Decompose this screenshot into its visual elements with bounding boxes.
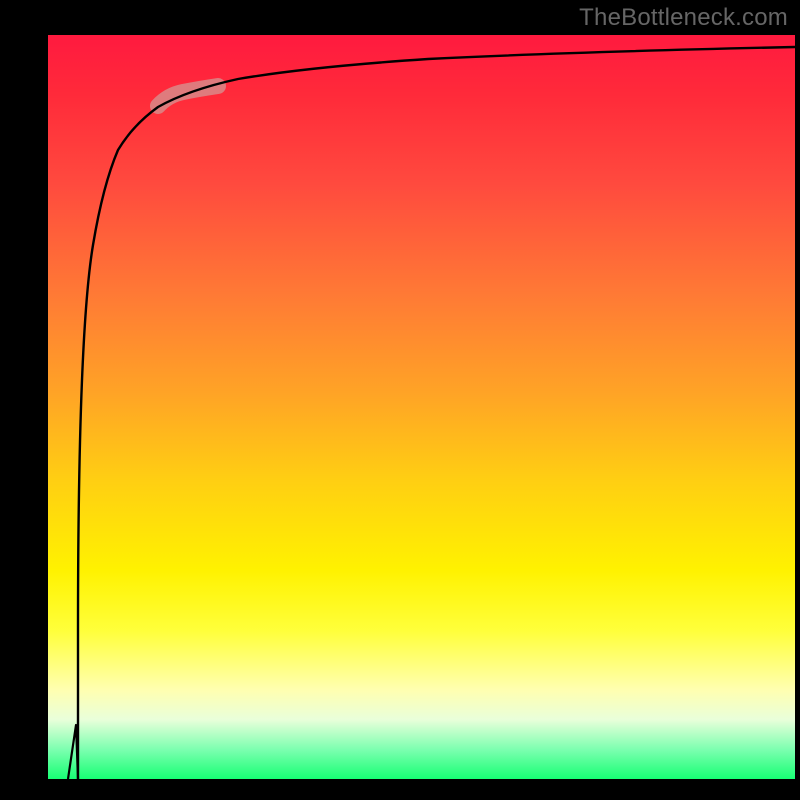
chart-frame: TheBottleneck.com — [0, 0, 800, 800]
origin-spike — [68, 725, 78, 779]
curve-layer — [48, 35, 795, 779]
watermark-label: TheBottleneck.com — [579, 4, 788, 32]
bottleneck-curve — [78, 47, 795, 779]
plot-area — [48, 35, 795, 779]
